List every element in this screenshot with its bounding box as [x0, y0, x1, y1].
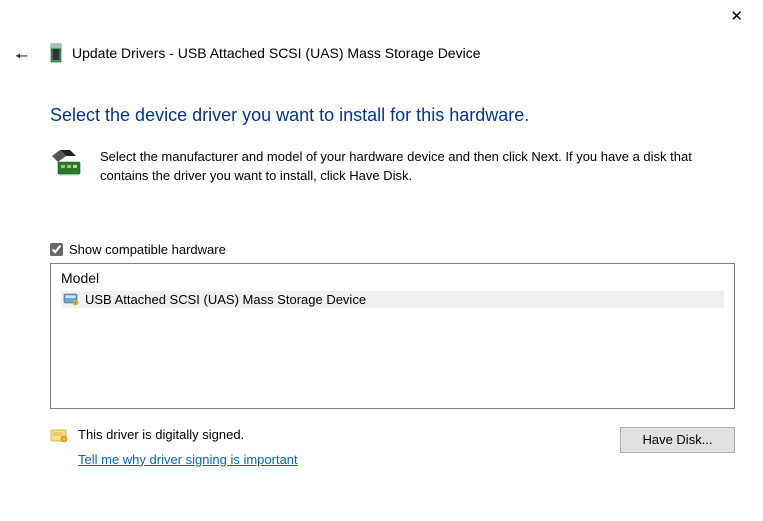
- footer: This driver is digitally signed. Tell me…: [50, 427, 735, 467]
- content-area: Select the device driver you want to ins…: [50, 105, 735, 467]
- window-title: Update Drivers - USB Attached SCSI (UAS)…: [72, 45, 480, 61]
- signed-status-text: This driver is digitally signed.: [78, 427, 298, 442]
- close-button[interactable]: ✕: [730, 9, 743, 24]
- device-icon: [63, 292, 79, 306]
- instruction-row: Select the manufacturer and model of you…: [50, 148, 735, 186]
- back-button[interactable]: 🠔: [15, 46, 28, 71]
- have-disk-button[interactable]: Have Disk...: [620, 427, 735, 453]
- model-listbox[interactable]: Model USB Attached SCSI (UAS) Mass Stora…: [50, 263, 735, 409]
- title-bar: Update Drivers - USB Attached SCSI (UAS)…: [50, 43, 741, 63]
- show-compatible-label: Show compatible hardware: [69, 242, 226, 257]
- model-item-label: USB Attached SCSI (UAS) Mass Storage Dev…: [85, 292, 366, 307]
- hdd-icon: [50, 43, 62, 63]
- instruction-text: Select the manufacturer and model of you…: [100, 148, 720, 186]
- compat-checkbox-row: Show compatible hardware: [50, 242, 735, 257]
- signing-info-link[interactable]: Tell me why driver signing is important: [78, 452, 298, 467]
- show-compatible-checkbox[interactable]: [50, 243, 63, 256]
- signed-text-block: This driver is digitally signed. Tell me…: [78, 427, 298, 467]
- model-column-header: Model: [61, 270, 724, 286]
- hardware-icon: [50, 148, 86, 180]
- model-item[interactable]: USB Attached SCSI (UAS) Mass Storage Dev…: [61, 291, 724, 308]
- page-heading: Select the device driver you want to ins…: [50, 105, 735, 126]
- signed-driver-block: This driver is digitally signed. Tell me…: [50, 427, 298, 467]
- update-drivers-window: Update Drivers - USB Attached SCSI (UAS)…: [0, 0, 763, 483]
- certificate-icon: [50, 429, 68, 443]
